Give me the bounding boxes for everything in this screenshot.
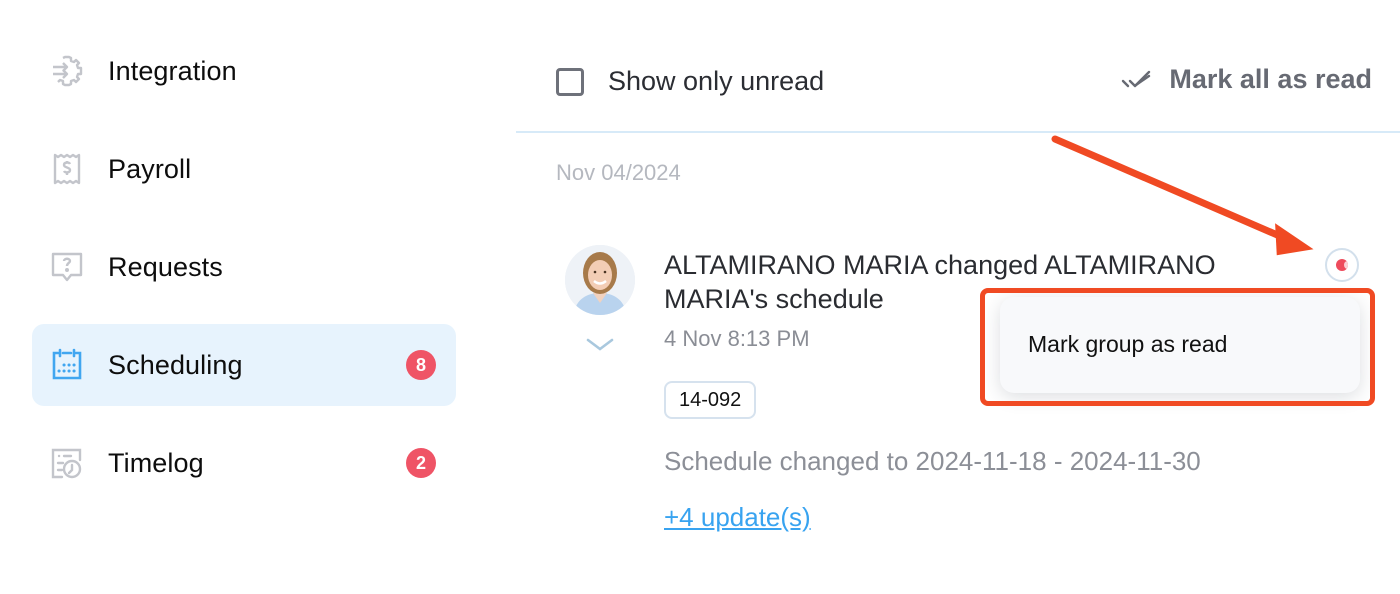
notifications-header: Show only unread Mark all as read bbox=[516, 0, 1400, 133]
sidebar-item-requests[interactable]: Requests bbox=[32, 226, 456, 308]
show-only-unread-toggle[interactable]: Show only unread bbox=[556, 66, 824, 97]
payroll-receipt-dollar-icon bbox=[50, 152, 84, 186]
show-only-unread-label: Show only unread bbox=[608, 66, 825, 96]
sidebar-item-label: Integration bbox=[108, 55, 237, 86]
more-updates-link[interactable]: +4 update(s) bbox=[664, 502, 811, 533]
requests-question-bubble-icon bbox=[50, 250, 84, 284]
unread-dot-icon bbox=[1336, 259, 1348, 271]
sidebar-item-timelog[interactable]: Timelog 2 bbox=[32, 422, 456, 504]
location-tag: 14-092 bbox=[664, 381, 757, 419]
unread-status-button[interactable] bbox=[1325, 248, 1359, 282]
double-check-icon bbox=[1122, 70, 1151, 87]
timelog-clock-icon bbox=[50, 446, 84, 480]
chevron-down-icon[interactable] bbox=[585, 336, 615, 354]
integration-gear-arrows-icon bbox=[50, 54, 84, 88]
sidebar-item-label: Timelog bbox=[108, 447, 204, 478]
sidebar-item-label: Scheduling bbox=[108, 349, 243, 380]
mark-all-as-read-label: Mark all as read bbox=[1169, 64, 1372, 94]
calendar-icon bbox=[50, 348, 84, 382]
avatar bbox=[565, 245, 635, 315]
scheduling-count-badge: 8 bbox=[406, 350, 436, 380]
show-only-unread-checkbox[interactable] bbox=[556, 67, 584, 96]
sidebar-item-label: Requests bbox=[108, 251, 223, 282]
sidebar-item-scheduling[interactable]: Scheduling 8 bbox=[32, 324, 456, 406]
notification-timestamp: 4 Nov 8:13 PM bbox=[664, 326, 810, 351]
timelog-count-badge: 2 bbox=[406, 448, 436, 478]
sidebar-item-integration[interactable]: Integration bbox=[32, 30, 456, 112]
mark-all-as-read-button[interactable]: Mark all as read bbox=[1121, 64, 1372, 95]
annotation-highlight-box bbox=[980, 288, 1375, 406]
sidebar-item-payroll[interactable]: Payroll bbox=[32, 128, 456, 210]
sidebar-item-label: Payroll bbox=[108, 153, 192, 184]
notification-body: Schedule changed to 2024-11-18 - 2024-11… bbox=[664, 446, 1201, 476]
date-group-heading: Nov 04/2024 bbox=[556, 160, 681, 185]
